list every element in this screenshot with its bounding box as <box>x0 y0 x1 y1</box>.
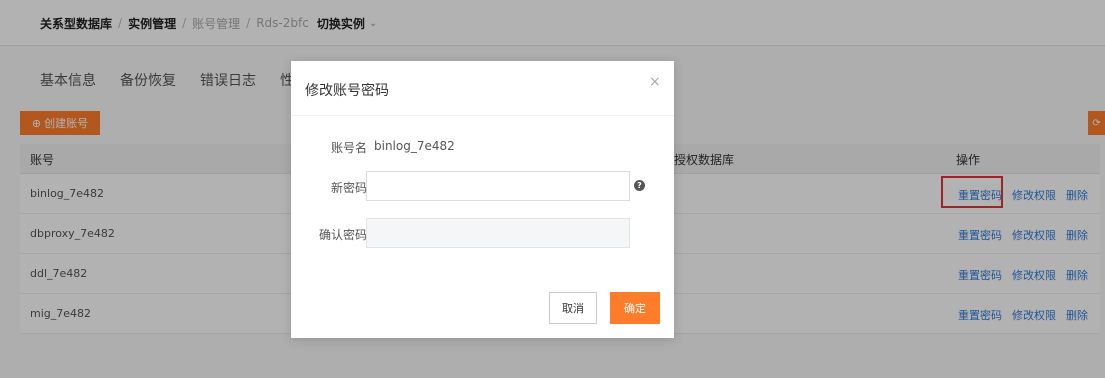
question-circle-icon[interactable]: ? <box>634 180 645 191</box>
new-password-label: 新密码 <box>330 181 367 195</box>
confirm-button[interactable]: 确定 <box>610 292 660 324</box>
new-password-input[interactable] <box>366 171 630 201</box>
cancel-button[interactable]: 取消 <box>549 292 597 324</box>
dialog-title: 修改账号密码 <box>305 83 389 99</box>
change-password-dialog: 修改账号密码 × 账号名 binlog_7e482 新密码 ? 确认密码 取消 … <box>291 61 674 338</box>
confirm-password-input[interactable] <box>366 218 630 248</box>
confirm-password-label: 确认密码 <box>318 228 367 242</box>
account-name-value: binlog_7e482 <box>374 139 455 153</box>
dialog-divider <box>291 115 674 116</box>
close-icon[interactable]: × <box>649 74 661 90</box>
account-name-label: 账号名 <box>330 141 367 155</box>
